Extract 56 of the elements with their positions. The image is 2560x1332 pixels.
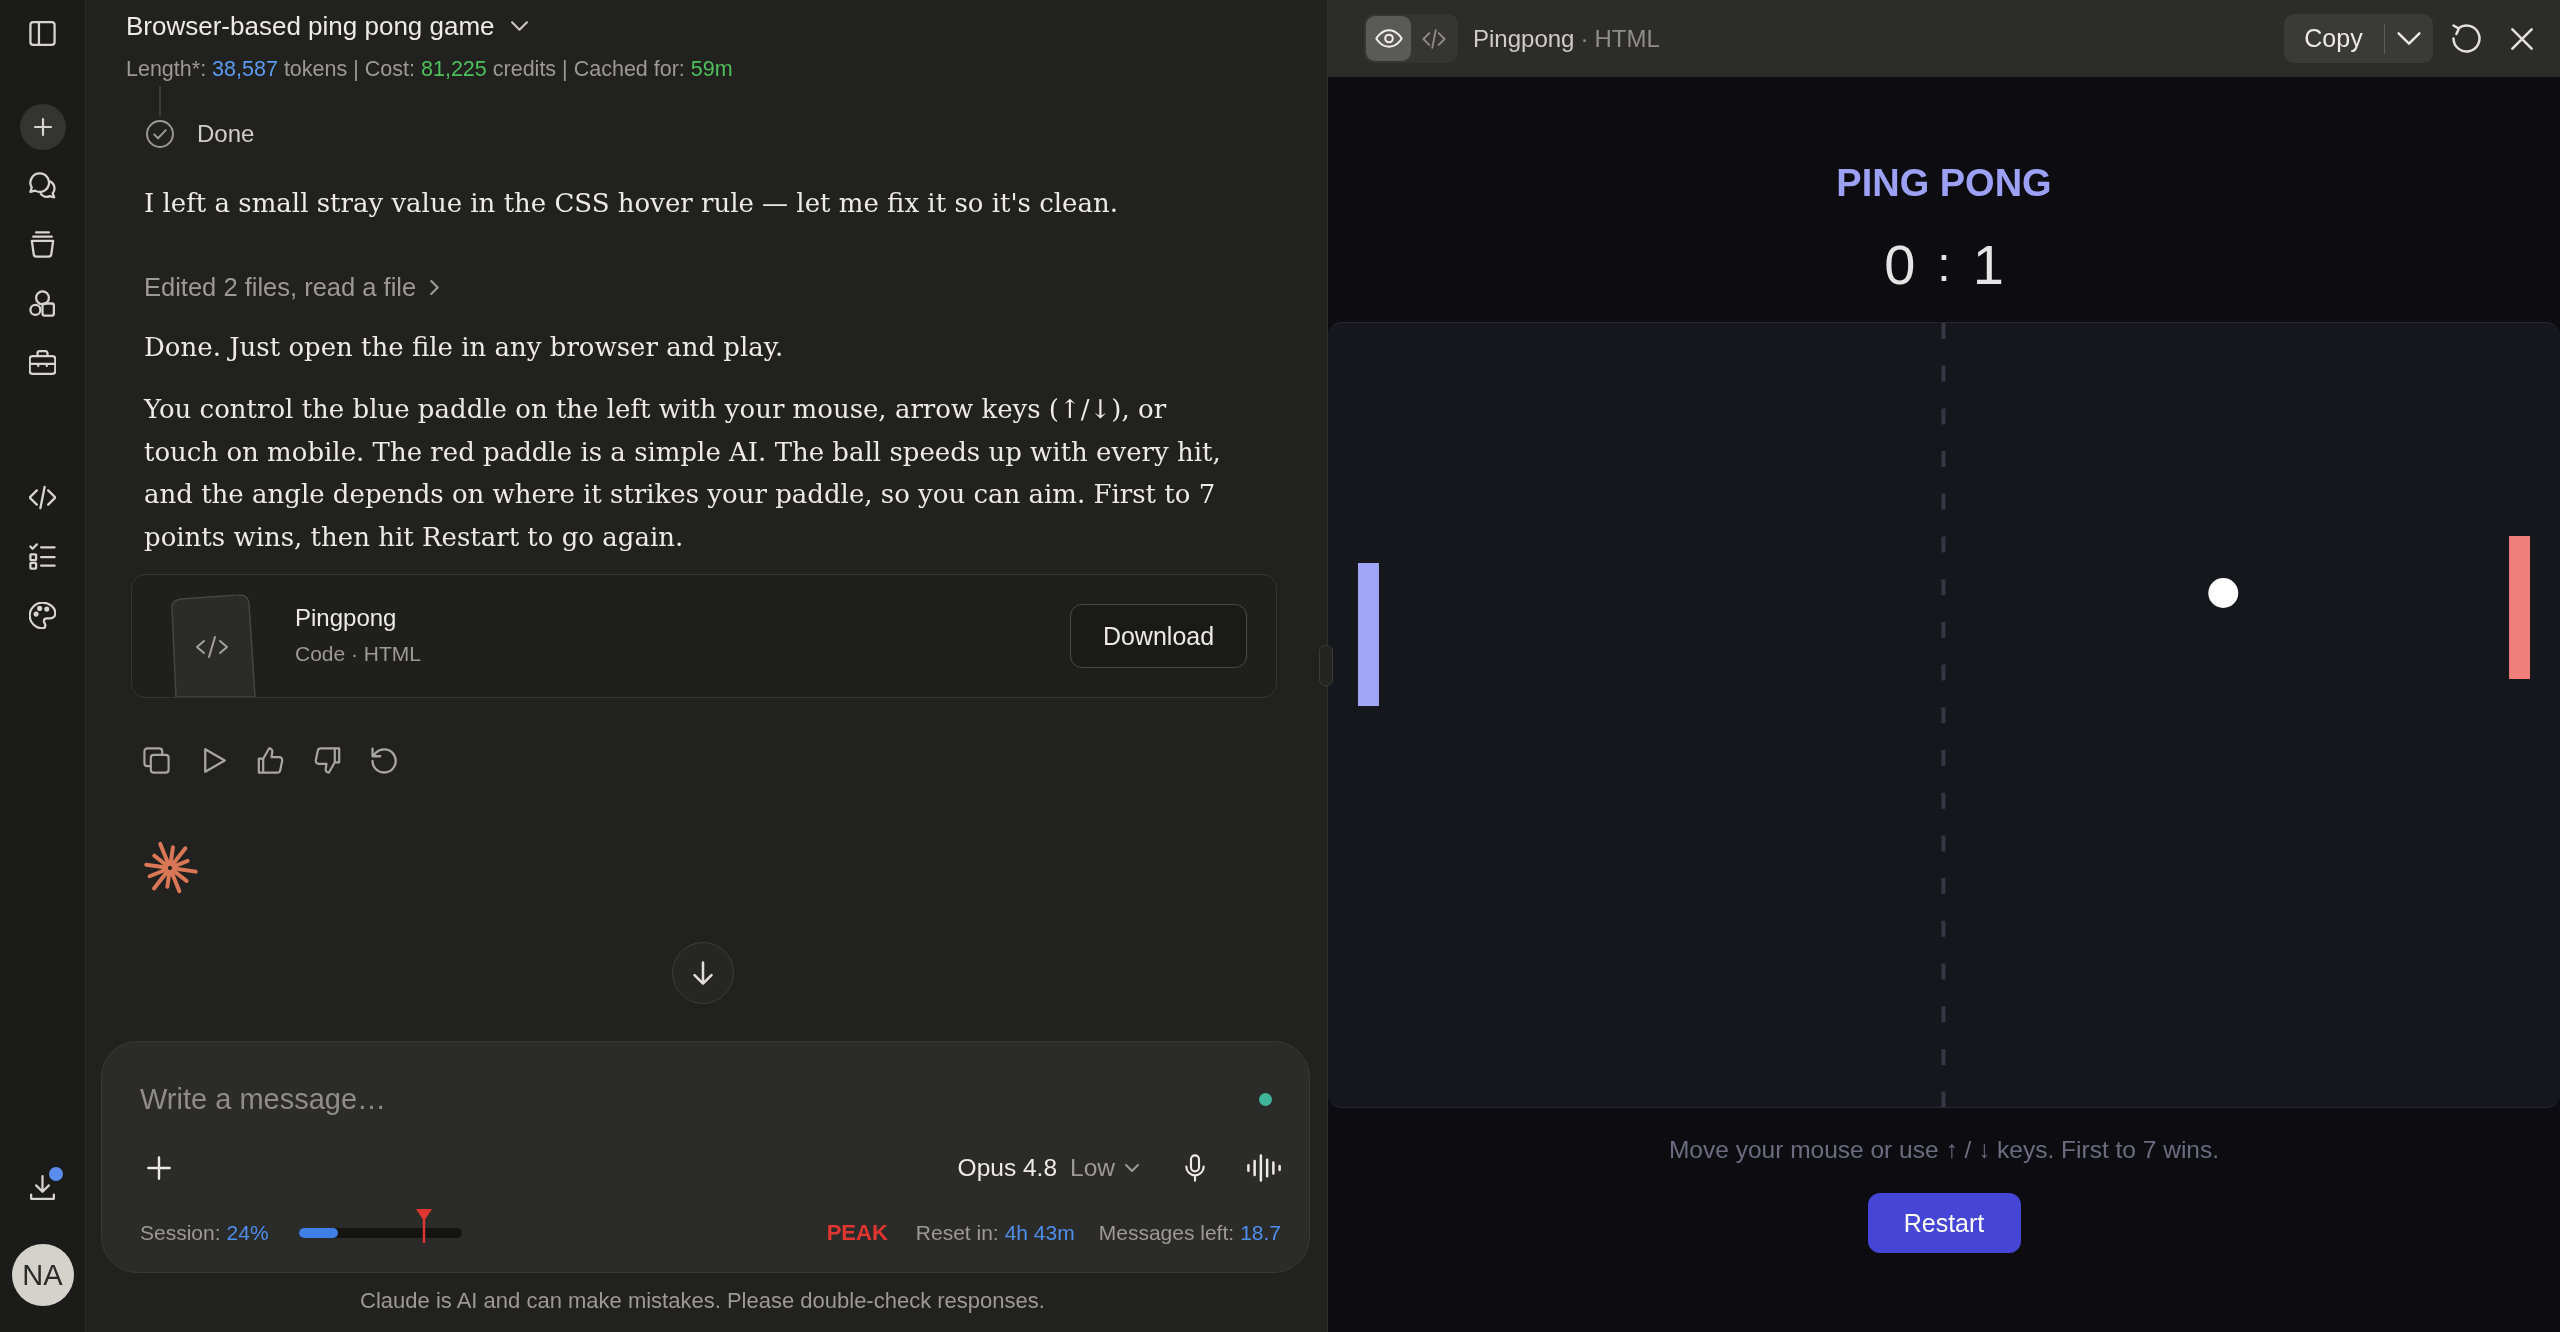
sidebar-toggle-icon[interactable] <box>29 20 56 47</box>
palette-icon[interactable] <box>29 602 56 629</box>
thumbs-up-icon[interactable] <box>257 747 284 774</box>
artifact-type: Code · HTML <box>295 641 422 667</box>
ball <box>2208 578 2239 608</box>
peak-label: PEAK <box>826 1220 888 1246</box>
message-text: I left a small stray value in the CSS hover rule — let me fix it so it's clean. <box>144 187 1119 220</box>
checklist-icon[interactable] <box>29 543 56 570</box>
message-input[interactable]: Write a message… <box>140 1077 1259 1121</box>
thumbs-down-icon[interactable] <box>314 747 341 774</box>
model-selector[interactable]: Opus 4.8 Low <box>957 1154 1139 1182</box>
user-avatar[interactable]: NA <box>11 1244 74 1306</box>
step-status: Done <box>197 120 255 148</box>
chevron-down-icon <box>1125 1164 1139 1172</box>
chevron-right-icon <box>430 280 440 295</box>
toolbox-icon[interactable] <box>29 349 56 376</box>
game-hint: Move your mouse or use ↑ / ↓ keys. First to 7 wins. <box>1668 1135 2220 1165</box>
tool-summary-toggle[interactable]: Edited 2 files, read a file <box>144 269 440 306</box>
conversation-title: Browser-based ping pong game <box>126 10 495 42</box>
refresh-icon[interactable] <box>2452 24 2481 53</box>
artifact-card[interactable]: Pingpong Code · HTML Download <box>131 574 1277 698</box>
message-text: Done. Just open the file in any browser and play. <box>144 330 785 364</box>
chevron-down-icon <box>2397 32 2421 45</box>
copy-button[interactable]: Copy <box>2283 14 2384 63</box>
code-icon[interactable] <box>29 484 56 511</box>
messages-left: Messages left: 18.7 <box>1098 1221 1281 1245</box>
session-usage: Session: 24% <box>140 1221 269 1245</box>
message-text: You control the blue paddle on the left with your mouse, arrow keys (↑/↓), or touch on mobile. The red paddle is a simple AI. The ball speeds up with every hit, and the angle depends on where it strikes your paddle, so you can aim. First to 7 points wins, then hit Restart to go again. <box>144 393 1222 554</box>
status-dot-icon <box>1259 1092 1272 1106</box>
plus-icon[interactable] <box>147 1156 171 1180</box>
score-display: 0 : 1 <box>1884 233 2004 297</box>
resize-handle[interactable] <box>1319 645 1333 686</box>
download-icon[interactable] <box>29 1174 56 1201</box>
voice-waveform-icon[interactable] <box>1247 1154 1281 1182</box>
chevron-down-icon[interactable] <box>510 21 528 31</box>
code-file-icon <box>171 594 256 697</box>
stacked-tray-icon[interactable] <box>29 231 56 258</box>
restart-button[interactable]: Restart <box>1867 1193 2021 1253</box>
game-title: PING PONG <box>1836 161 2052 206</box>
plus-icon[interactable] <box>19 103 66 150</box>
disclaimer-text: Claude is AI and can make mistakes. Please double-check responses. <box>359 1288 1046 1314</box>
arrow-down-icon <box>692 961 713 985</box>
code-icon <box>1421 28 1446 49</box>
chat-bubbles-icon[interactable] <box>29 172 56 199</box>
reset-time: Reset in: 4h 43m <box>915 1221 1075 1245</box>
preview-tab[interactable] <box>1366 16 1411 61</box>
conversation-stats: Length*: 38,587 tokens | Cost: 81,225 credits | Cached for: 59m <box>126 56 734 83</box>
shapes-icon[interactable] <box>29 290 56 317</box>
artifact-panel-title: Pingpong · HTML <box>1473 24 1660 53</box>
retry-icon[interactable] <box>371 747 398 774</box>
close-icon[interactable] <box>2511 27 2533 50</box>
eye-icon <box>1374 29 1403 48</box>
copy-icon[interactable] <box>143 747 170 774</box>
download-button[interactable]: Download <box>1070 604 1247 668</box>
microphone-icon[interactable] <box>1185 1154 1205 1182</box>
artifact-title: Pingpong <box>295 603 397 633</box>
